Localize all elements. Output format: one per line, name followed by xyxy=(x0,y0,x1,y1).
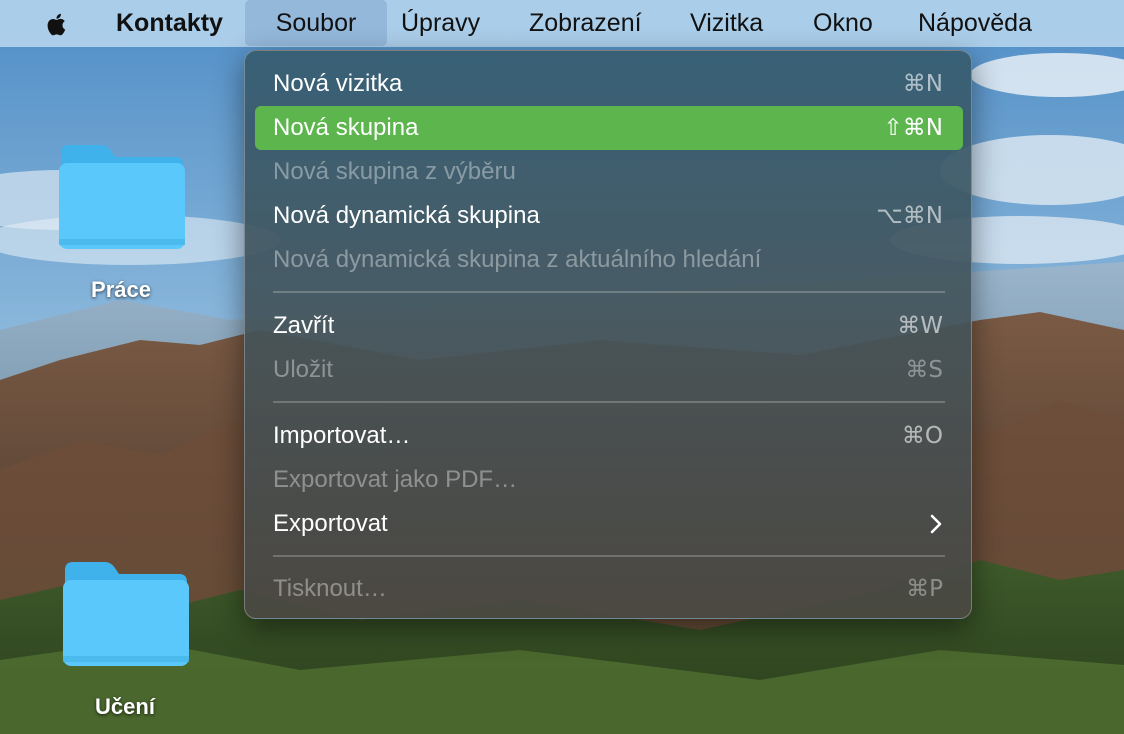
menu-separator xyxy=(273,555,945,557)
menu-item-shortcut: ⌘O xyxy=(901,423,943,449)
menubar-item-vizitka[interactable]: Vizitka xyxy=(690,0,763,47)
menu-item-nova-skupina-z-vyberu: Nová skupina z výběru xyxy=(255,150,963,194)
menu-item-nova-dynamicka-skupina-z-hledani: Nová dynamická skupina z aktuálního hled… xyxy=(255,238,963,282)
menu-item-shortcut: ⇧⌘N xyxy=(883,115,943,141)
menu-item-shortcut: ⌘P xyxy=(906,576,943,602)
menu-item-label: Nová vizitka xyxy=(273,70,403,97)
file-menu-dropdown: Nová vizitka ⌘N Nová skupina ⇧⌘N Nová sk… xyxy=(244,50,972,619)
menu-item-label: Exportovat xyxy=(273,510,388,537)
menubar-item-upravy[interactable]: Úpravy xyxy=(401,0,480,47)
folder-icon xyxy=(59,145,185,249)
menu-item-exportovat[interactable]: Exportovat xyxy=(255,502,963,546)
menu-item-shortcut: ⌘W xyxy=(897,313,943,339)
menu-separator xyxy=(273,291,945,293)
menu-bar: Kontakty Soubor Úpravy Zobrazení Vizitka… xyxy=(0,0,1124,47)
menu-item-label: Zavřít xyxy=(273,312,335,339)
menu-item-shortcut: ⌘S xyxy=(905,357,943,383)
desktop-folder-uceni[interactable]: Učení xyxy=(60,560,190,720)
menu-item-ulozit: Uložit ⌘S xyxy=(255,348,963,392)
menu-item-label: Uložit xyxy=(273,356,334,383)
chevron-right-icon xyxy=(930,514,942,534)
menu-item-importovat[interactable]: Importovat… ⌘O xyxy=(255,414,963,458)
menu-item-exportovat-pdf: Exportovat jako PDF… xyxy=(255,458,963,502)
menu-item-label: Nová dynamická skupina z aktuálního hled… xyxy=(273,246,762,273)
menu-item-nova-skupina[interactable]: Nová skupina ⇧⌘N xyxy=(255,106,963,150)
menu-separator xyxy=(273,401,945,403)
menu-item-label: Nová skupina z výběru xyxy=(273,158,516,185)
menu-item-tisknout: Tisknout… ⌘P xyxy=(255,567,963,611)
folder-label: Učení xyxy=(95,694,155,719)
menu-item-zavrit[interactable]: Zavřít ⌘W xyxy=(255,304,963,348)
menubar-item-napoveda[interactable]: Nápověda xyxy=(918,0,1032,47)
menu-item-label: Nová skupina xyxy=(273,114,419,141)
menubar-item-soubor[interactable]: Soubor xyxy=(245,0,387,46)
menubar-app-name[interactable]: Kontakty xyxy=(116,0,223,47)
folder-label: Práce xyxy=(91,277,151,302)
menu-item-nova-dynamicka-skupina[interactable]: Nová dynamická skupina ⌥⌘N xyxy=(255,194,963,238)
folder-icon xyxy=(63,562,189,666)
menubar-item-okno[interactable]: Okno xyxy=(813,0,873,47)
menu-item-nova-vizitka[interactable]: Nová vizitka ⌘N xyxy=(255,62,963,106)
menu-item-label: Nová dynamická skupina xyxy=(273,202,540,229)
menu-item-shortcut: ⌘N xyxy=(902,71,943,97)
menu-item-label: Exportovat jako PDF… xyxy=(273,466,518,493)
menubar-item-zobrazeni[interactable]: Zobrazení xyxy=(529,0,642,47)
desktop-folder-prace[interactable]: Práce xyxy=(56,143,186,303)
menu-item-label: Importovat… xyxy=(273,422,411,449)
apple-logo-icon[interactable] xyxy=(42,9,72,39)
menu-item-label: Tisknout… xyxy=(273,575,387,602)
menu-item-shortcut: ⌥⌘N xyxy=(876,203,943,229)
